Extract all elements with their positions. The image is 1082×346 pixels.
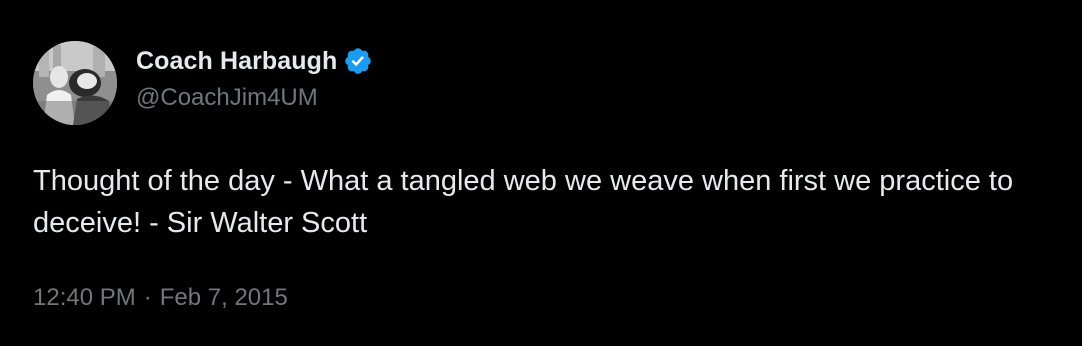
verified-badge-icon[interactable] [343,46,373,76]
tweet-timestamp[interactable]: 12:40 PM · Feb 7, 2015 [33,284,288,312]
author-display-name[interactable]: Coach Harbaugh [136,47,337,76]
avatar[interactable] [33,41,117,125]
tweet-card: Coach Harbaugh @CoachJim4UM Thought of t… [0,0,1082,346]
avatar-photo [33,41,117,125]
author-handle[interactable]: @CoachJim4UM [136,84,318,112]
meta-separator: · [143,284,152,311]
tweet-text: Thought of the day - What a tangled web … [33,165,1014,239]
tweet-time[interactable]: 12:40 PM [33,284,136,312]
author-name-row: Coach Harbaugh [136,42,373,80]
tweet-date[interactable]: Feb 7, 2015 [160,284,288,312]
